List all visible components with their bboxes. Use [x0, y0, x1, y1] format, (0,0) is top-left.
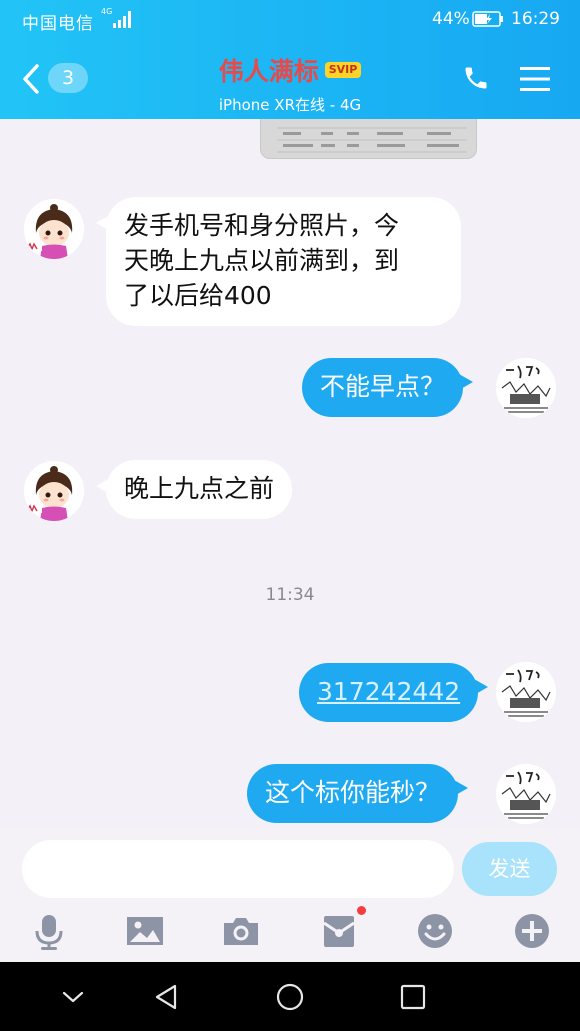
system-navigation-bar [0, 962, 580, 1031]
image-message-thumbnail[interactable] [260, 119, 477, 159]
emoji-icon[interactable] [415, 911, 455, 951]
calligraphy-avatar [496, 764, 556, 824]
recents-square-icon[interactable] [398, 982, 428, 1012]
notification-dot [357, 906, 366, 915]
microphone-icon[interactable] [29, 911, 69, 951]
back-button[interactable]: 3 [22, 62, 92, 98]
message-input[interactable] [22, 840, 454, 898]
svip-badge: SVIP [324, 62, 362, 78]
unread-count-badge: 3 [48, 63, 88, 93]
outgoing-message[interactable]: 不能早点？ [302, 358, 474, 417]
contact-avatar[interactable] [24, 461, 84, 521]
calligraphy-avatar [496, 358, 556, 418]
my-avatar[interactable] [496, 764, 556, 824]
outgoing-message[interactable]: 317242442 [299, 663, 489, 722]
phone-icon[interactable] [462, 64, 490, 92]
back-triangle-icon[interactable] [151, 982, 181, 1012]
camera-icon[interactable] [221, 911, 261, 951]
outgoing-message[interactable]: 这个标你能秒？ [247, 764, 469, 823]
incoming-message[interactable]: 发手机号和身分照片，今 天晚上九点以前满到，到 了以后给400 [96, 197, 461, 326]
message-timestamp: 11:34 [265, 585, 315, 605]
status-bar: 中国电信 4G 44% 16:29 [0, 0, 580, 38]
cartoon-girl-avatar [24, 461, 84, 521]
contact-avatar[interactable] [24, 199, 84, 259]
chat-title[interactable]: 伟人满标 SVIP iPhone XR在线 - 4G [150, 52, 430, 115]
cartoon-girl-avatar [24, 199, 84, 259]
carrier-label: 中国电信 [22, 14, 94, 34]
battery-icon [472, 11, 503, 27]
home-circle-icon[interactable] [275, 982, 305, 1012]
message-text: 不能早点？ [320, 372, 446, 401]
chevron-left-icon [23, 64, 39, 94]
my-avatar[interactable] [496, 358, 556, 418]
message-text: 这个标你能秒？ [265, 778, 441, 807]
chat-header: 中国电信 4G 44% 16:29 3 伟人满标 SVIP iPhone XR在… [0, 0, 580, 119]
calligraphy-avatar [496, 662, 556, 722]
plus-icon[interactable] [512, 911, 552, 951]
my-avatar[interactable] [496, 662, 556, 722]
message-text-line: 了以后给400 [124, 281, 272, 310]
battery-percent: 44% [432, 9, 470, 29]
input-area: 发送 [0, 827, 580, 962]
online-status: iPhone XR在线 - 4G [218, 96, 362, 114]
send-button[interactable]: 发送 [462, 842, 557, 896]
message-link[interactable]: 317242442 [317, 677, 460, 706]
menu-icon[interactable] [520, 66, 550, 92]
image-icon[interactable] [125, 911, 165, 951]
message-text-line: 天晚上九点以前满到，到 [124, 246, 400, 275]
contact-name: 伟人满标 [218, 57, 319, 86]
signal-icon [113, 11, 131, 28]
network-type-label: 4G [101, 7, 113, 16]
incoming-message[interactable]: 晚上九点之前 [95, 460, 293, 519]
chevron-down-icon[interactable] [58, 982, 88, 1012]
message-text: 晚上九点之前 [124, 474, 275, 503]
document-image [277, 127, 467, 153]
red-packet-icon[interactable] [319, 911, 359, 951]
message-list[interactable]: 发手机号和身分照片，今 天晚上九点以前满到，到 了以后给400 不能早点？ 晚上… [0, 119, 580, 827]
message-text-line: 发手机号和身分照片，今 [124, 211, 400, 240]
clock: 16:29 [511, 9, 560, 29]
